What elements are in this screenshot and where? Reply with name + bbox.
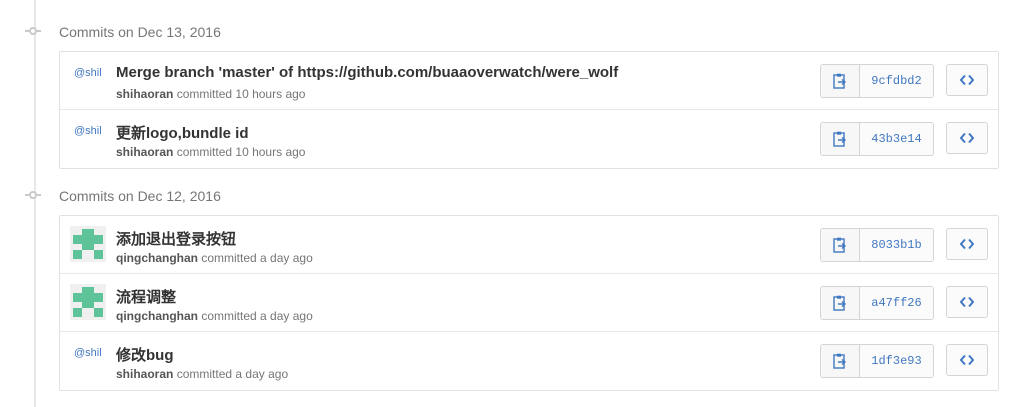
- code-icon: [960, 354, 974, 366]
- commit-sha-link[interactable]: 1df3e93: [860, 345, 933, 377]
- avatar[interactable]: @shil: [74, 347, 102, 359]
- commit-sha-link[interactable]: 9cfdbd2: [860, 65, 933, 97]
- sha-button-group: a47ff26: [820, 286, 934, 320]
- copy-sha-button[interactable]: [821, 229, 860, 261]
- avatar[interactable]: [70, 284, 106, 320]
- commit-author[interactable]: shihaoran: [116, 367, 173, 381]
- commit-group-header: Commits on Dec 13, 2016: [0, 16, 1010, 48]
- commit-sha-link[interactable]: 43b3e14: [860, 123, 933, 155]
- commit-time: 10 hours ago: [235, 87, 306, 101]
- code-icon: [960, 238, 974, 250]
- sha-button-group: 1df3e93: [820, 344, 934, 378]
- commit-row: @shil Merge branch 'master' of https://g…: [60, 52, 998, 110]
- commit-node-icon: [25, 191, 41, 199]
- commit-group: Commits on Dec 12, 2016 添加退出登录按钮 qingcha…: [0, 180, 1010, 391]
- clipboard-icon: [833, 295, 847, 311]
- sha-button-group: 43b3e14: [820, 122, 934, 156]
- commit-verb: committed: [176, 87, 233, 101]
- commit-time: a day ago: [260, 309, 313, 323]
- commit-node-icon: [25, 27, 41, 35]
- code-icon: [960, 74, 974, 86]
- commit-time: 10 hours ago: [235, 145, 306, 159]
- commit-time: a day ago: [260, 251, 313, 265]
- commit-group-title: Commits on Dec 12, 2016: [59, 188, 221, 204]
- commit-list: @shil Merge branch 'master' of https://g…: [59, 51, 999, 169]
- commit-message[interactable]: 流程调整: [116, 286, 176, 307]
- commit-sha-link[interactable]: 8033b1b: [860, 229, 933, 261]
- copy-sha-button[interactable]: [821, 345, 860, 377]
- commit-row: @shil 更新logo,bundle id shihaoran committ…: [60, 110, 998, 168]
- sha-button-group: 9cfdbd2: [820, 64, 934, 98]
- commit-verb: committed: [201, 251, 257, 265]
- clipboard-icon: [833, 131, 847, 147]
- copy-sha-button[interactable]: [821, 65, 860, 97]
- commit-author[interactable]: qingchanghan: [116, 309, 198, 323]
- browse-repo-button[interactable]: [946, 122, 988, 154]
- avatar[interactable]: @shil: [74, 125, 102, 137]
- commit-group-header: Commits on Dec 12, 2016: [0, 180, 1010, 212]
- commit-meta: shihaoran committed 10 hours ago: [116, 145, 305, 159]
- commit-row: @shil 修改bug shihaoran committed a day ag…: [60, 332, 998, 390]
- browse-repo-button[interactable]: [946, 228, 988, 260]
- browse-repo-button[interactable]: [946, 286, 988, 318]
- commit-verb: committed: [176, 367, 233, 381]
- browse-repo-button[interactable]: [946, 344, 988, 376]
- copy-sha-button[interactable]: [821, 287, 860, 319]
- clipboard-icon: [833, 353, 847, 369]
- commit-message[interactable]: 修改bug: [116, 344, 174, 365]
- commit-row: 添加退出登录按钮 qingchanghan committed a day ag…: [60, 216, 998, 274]
- commit-message[interactable]: 更新logo,bundle id: [116, 122, 248, 143]
- commit-sha-link[interactable]: a47ff26: [860, 287, 933, 319]
- commit-row: 流程调整 qingchanghan committed a day ago a4…: [60, 274, 998, 332]
- commit-verb: committed: [176, 145, 233, 159]
- avatar[interactable]: @shil: [74, 67, 102, 79]
- commit-author[interactable]: qingchanghan: [116, 251, 198, 265]
- browse-repo-button[interactable]: [946, 64, 988, 96]
- commit-verb: committed: [201, 309, 257, 323]
- clipboard-icon: [833, 237, 847, 253]
- commit-meta: qingchanghan committed a day ago: [116, 309, 313, 323]
- commit-meta: qingchanghan committed a day ago: [116, 251, 313, 265]
- commit-group-title: Commits on Dec 13, 2016: [59, 24, 221, 40]
- commit-meta: shihaoran committed 10 hours ago: [116, 87, 305, 101]
- copy-sha-button[interactable]: [821, 123, 860, 155]
- sha-button-group: 8033b1b: [820, 228, 934, 262]
- code-icon: [960, 132, 974, 144]
- code-icon: [960, 296, 974, 308]
- commit-author[interactable]: shihaoran: [116, 87, 173, 101]
- commit-message[interactable]: Merge branch 'master' of https://github.…: [116, 64, 618, 81]
- commit-author[interactable]: shihaoran: [116, 145, 173, 159]
- commit-meta: shihaoran committed a day ago: [116, 367, 288, 381]
- clipboard-icon: [833, 73, 847, 89]
- commit-time: a day ago: [235, 367, 289, 381]
- commit-list: 添加退出登录按钮 qingchanghan committed a day ag…: [59, 215, 999, 391]
- avatar[interactable]: [70, 226, 106, 262]
- commit-group: Commits on Dec 13, 2016 @shil Merge bran…: [0, 16, 1010, 169]
- commit-message[interactable]: 添加退出登录按钮: [116, 228, 236, 249]
